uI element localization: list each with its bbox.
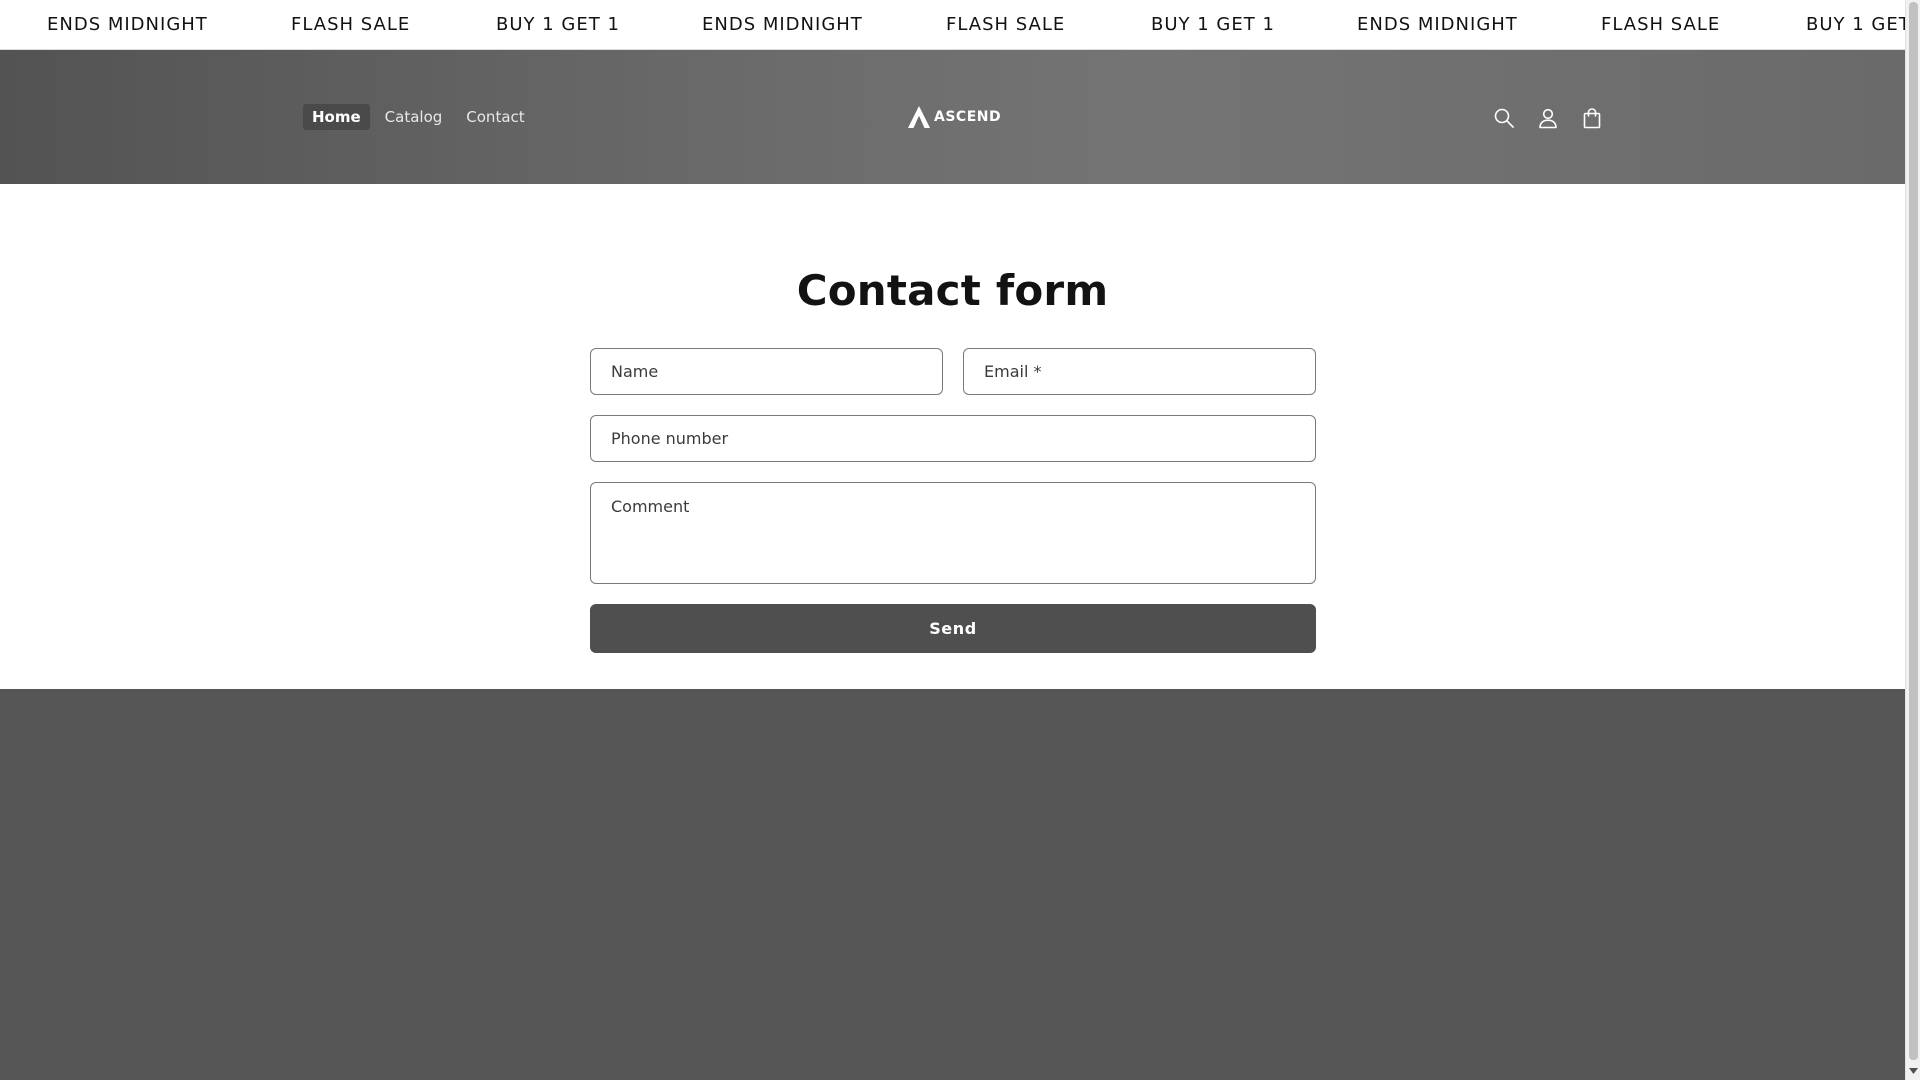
search-icon <box>1494 108 1514 128</box>
main-nav: Home Catalog Contact <box>303 104 540 130</box>
site-header: Home Catalog Contact ASCEND <box>0 50 1905 184</box>
announcement-item: BUY 1 GET 1 <box>1151 14 1275 35</box>
announcement-item: FLASH SALE <box>291 14 411 35</box>
site-footer <box>0 689 1905 1080</box>
announcement-bar: ENDS MIDNIGHT FLASH SALE BUY 1 GET 1 END… <box>0 0 1905 50</box>
announcement-item: FLASH SALE <box>1601 14 1721 35</box>
cart-button[interactable] <box>1576 102 1608 134</box>
account-icon <box>1539 108 1557 129</box>
site-logo[interactable]: ASCEND <box>907 104 1001 130</box>
page-scrollbar[interactable] <box>1905 0 1920 1080</box>
logo-mark-icon <box>908 106 930 128</box>
header-icons <box>1488 102 1620 134</box>
scroll-down-arrow-icon[interactable] <box>1906 1064 1920 1078</box>
name-input[interactable] <box>590 348 943 395</box>
nav-catalog[interactable]: Catalog <box>376 104 452 130</box>
send-button[interactable]: Send <box>590 604 1316 653</box>
page-title: Contact form <box>796 266 1109 315</box>
search-button[interactable] <box>1488 102 1520 134</box>
announcement-item: ENDS MIDNIGHT <box>702 14 863 35</box>
comment-textarea[interactable] <box>590 482 1316 584</box>
nav-home[interactable]: Home <box>303 104 370 130</box>
cart-icon <box>1583 108 1601 129</box>
announcement-item: ENDS MIDNIGHT <box>1357 14 1518 35</box>
nav-contact[interactable]: Contact <box>457 104 533 130</box>
phone-input[interactable] <box>590 415 1316 462</box>
announcement-item: FLASH SALE <box>946 14 1066 35</box>
announcement-item: ENDS MIDNIGHT <box>47 14 208 35</box>
logo-text: ASCEND <box>934 109 1002 125</box>
announcement-item: BUY 1 GET 1 <box>1806 14 1905 35</box>
page: ENDS MIDNIGHT FLASH SALE BUY 1 GET 1 END… <box>0 0 1905 1080</box>
announcement-item: BUY 1 GET 1 <box>496 14 620 35</box>
account-button[interactable] <box>1532 102 1564 134</box>
scrollbar-thumb[interactable] <box>1909 2 1918 1060</box>
contact-section: Contact form Send <box>0 184 1905 689</box>
email-input[interactable] <box>963 348 1316 395</box>
